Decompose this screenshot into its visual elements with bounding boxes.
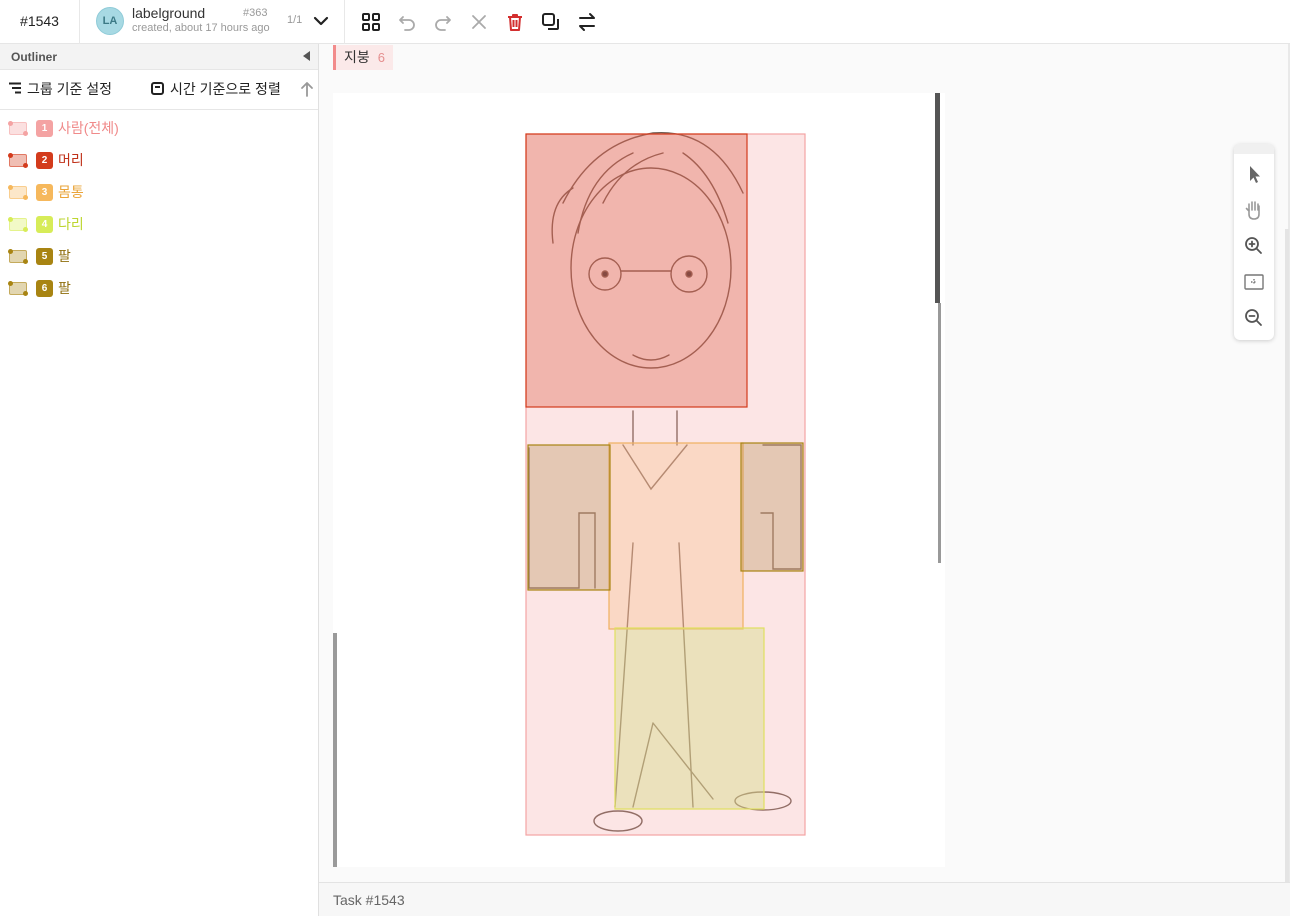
bbox-thumbnail-icon [8,185,28,200]
annotation-item[interactable]: 5팔 [0,240,318,272]
annotation-item[interactable]: 6팔 [0,272,318,304]
annotation-number-badge: 2 [36,152,53,169]
fit-screen-icon[interactable] [1242,270,1266,294]
zoom-out-icon[interactable] [1242,306,1266,330]
trash-icon[interactable] [502,9,528,35]
class-count: 6 [377,50,385,65]
bbox-head[interactable] [525,133,748,408]
annotation-label: 사람(전체) [58,120,119,136]
annotation-label: 머리 [58,152,84,168]
sort-icon [151,82,164,95]
annotation-label: 다리 [58,216,84,232]
created-time: created, about 17 hours ago [132,22,270,34]
bbox-thumbnail-icon [8,281,28,296]
collapse-arrow-icon[interactable] [303,51,310,61]
annotation-number-badge: 4 [36,216,53,233]
bbox-arm-right[interactable] [740,442,804,572]
top-toolbar: #1543 LA labelground created, about 17 h… [0,0,1290,44]
hand-icon[interactable] [1242,198,1266,222]
list-icon [9,82,21,94]
pointer-icon[interactable] [1242,162,1266,186]
image-edge-left [333,633,337,867]
copy-icon[interactable] [538,9,564,35]
undo-icon[interactable] [394,9,420,35]
image-edge-right [935,93,940,303]
annotation-label: 몸통 [58,184,84,200]
bbox-legs[interactable] [614,627,765,810]
annotation-label: 팔 [58,248,71,264]
annotation-canvas[interactable] [333,93,945,867]
class-name: 지붕 [344,49,370,65]
annotation-label: 팔 [58,280,71,296]
close-icon[interactable] [466,9,492,35]
redo-icon[interactable] [430,9,456,35]
zoom-toolbar-handle[interactable] [1234,144,1274,154]
outliner-header: Outliner [0,44,318,70]
bbox-torso[interactable] [608,442,744,630]
class-chip[interactable]: 지붕 6 [333,45,393,70]
arrow-up-icon[interactable] [300,80,314,98]
canvas-area: 지붕 6 Task #1543 [319,44,1290,916]
annotation-number-badge: 3 [36,184,53,201]
zoom-toolbar [1234,144,1274,340]
avatar: LA [96,7,124,35]
annotation-number-badge: 5 [36,248,53,265]
user-name: labelground [132,5,206,21]
annotation-number-badge: 6 [36,280,53,297]
annotation-item[interactable]: 1 사람(전체) [0,112,318,144]
footer-task-label: Task #1543 [333,892,405,908]
annotation-item[interactable]: 2 머리 [0,144,318,176]
page-count: 1/1 [287,14,303,26]
annotation-number-badge: 1 [36,120,53,137]
group-by-label: 그룹 기준 설정 [27,81,113,97]
bbox-thumbnail-icon [8,153,28,168]
chevron-down-icon[interactable] [310,10,332,32]
zoom-in-icon[interactable] [1242,234,1266,258]
task-id-label: #1543 [0,0,80,44]
vertical-scrollbar[interactable] [1285,229,1289,909]
image-edge-right-lower [938,303,941,563]
bbox-thumbnail-icon [8,121,28,136]
sort-by-time-button[interactable]: 시간 기준으로 정렬 [150,78,295,100]
bbox-thumbnail-icon [8,217,28,232]
outliner-panel: Outliner 그룹 기준 설정 시간 기준으로 정렬 1 사람(전체) 2 머리 3… [0,44,319,916]
bbox-thumbnail-icon [8,249,28,264]
bbox-arm-left[interactable] [527,444,611,591]
annotation-item[interactable]: 4 다리 [0,208,318,240]
outliner-toolbar: 그룹 기준 설정 시간 기준으로 정렬 [0,70,318,110]
annotation-item[interactable]: 3 몸통 [0,176,318,208]
sort-by-time-label: 시간 기준으로 정렬 [170,81,281,97]
project-number: #363 [243,7,268,19]
user-info: LA labelground created, about 17 hours a… [80,0,345,44]
annotation-list: 1 사람(전체) 2 머리 3 몸통 4 다리 5 팔 6 팔 [0,112,318,304]
swap-icon[interactable] [574,9,600,35]
grid-icon[interactable] [358,9,384,35]
status-footer: Task #1543 [319,882,1290,916]
outliner-title: Outliner [11,50,58,64]
